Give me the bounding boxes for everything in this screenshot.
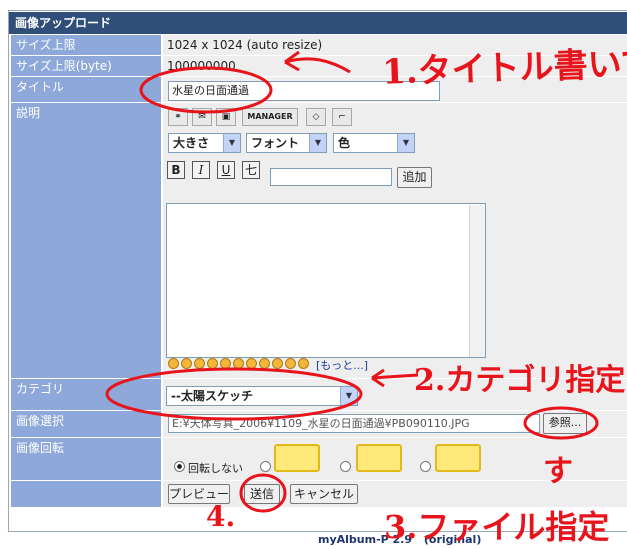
arrow-to-title	[284, 50, 351, 74]
annotation-step3: 3.ファイル指定	[384, 508, 610, 546]
category-circle	[105, 367, 363, 421]
arrow-to-category	[371, 368, 419, 388]
title-circle	[139, 66, 273, 114]
browse-circle	[523, 406, 599, 440]
annotation-arrow-down: す	[543, 454, 573, 489]
annotation-step1: 1.タイトル書いて	[381, 43, 627, 93]
submit-circle	[239, 473, 287, 513]
annotation-step2: 2.カテゴリ指定	[414, 363, 626, 398]
annotation-step4: 4.	[206, 500, 236, 533]
